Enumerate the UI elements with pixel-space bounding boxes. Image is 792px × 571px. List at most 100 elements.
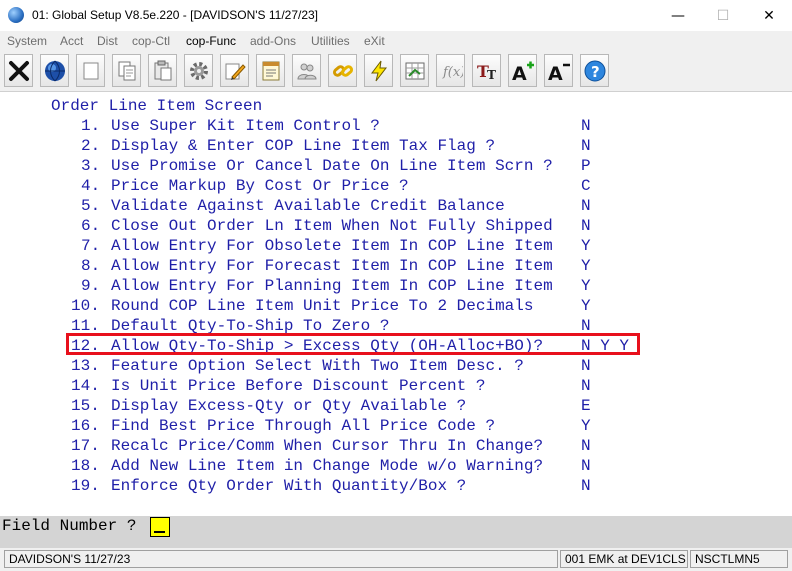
blank-page-icon[interactable] [76, 54, 105, 87]
terminal-screen: Order Line Item Screen 1. Use Super Kit … [0, 92, 792, 516]
menu-cop-func[interactable]: cop-Func [186, 34, 236, 48]
item-value[interactable]: N [581, 136, 591, 156]
lightning-icon[interactable] [364, 54, 393, 87]
item-value[interactable]: N [581, 356, 591, 376]
item-value[interactable]: N [581, 196, 591, 216]
item-number: 16. [71, 417, 100, 435]
item-number: 8. [81, 257, 101, 275]
field-number-label: Field Number ? [2, 517, 137, 535]
item-value[interactable]: Y [581, 256, 591, 276]
notepad-icon[interactable] [256, 54, 285, 87]
text-cursor [154, 531, 165, 533]
field-prompt-bar: Field Number ? [0, 516, 792, 548]
maximize-button[interactable]: ☐ [700, 0, 746, 31]
people-icon[interactable] [292, 54, 321, 87]
menu-system[interactable]: System [7, 34, 47, 48]
item-label: Is Unit Price Before Discount Percent ? [111, 377, 486, 395]
title-bar: 01: Global Setup V8.5e.220 - [DAVIDSON'S… [0, 0, 792, 31]
item-value[interactable]: P [581, 156, 591, 176]
settings-gear-icon[interactable] [184, 54, 213, 87]
item-number: 9. [81, 277, 101, 295]
status-company: DAVIDSON'S 11/27/23 [4, 550, 558, 568]
text-font-icon[interactable]: TT [472, 54, 501, 87]
status-user: 001 EMK at DEV1CLS [560, 550, 688, 568]
font-decrease-icon[interactable]: A [544, 54, 573, 87]
item-value[interactable]: Y [581, 236, 591, 256]
screen-heading: Order Line Item Screen [51, 97, 263, 115]
item-value[interactable]: Y [581, 276, 591, 296]
item-value[interactable]: N [581, 116, 591, 136]
globe-icon[interactable] [40, 54, 69, 87]
svg-text:A: A [512, 63, 527, 83]
svg-text:T: T [487, 68, 496, 82]
item-value[interactable]: N [581, 456, 591, 476]
menu-cop-ctl[interactable]: cop-Ctl [132, 34, 170, 48]
menu-add-ons[interactable]: add-Ons [250, 34, 296, 48]
paste-icon[interactable] [148, 54, 177, 87]
item-label: Enforce Qty Order With Quantity/Box ? [111, 477, 467, 495]
item-value[interactable]: Y [581, 416, 591, 436]
menu-bar: System Acct Dist cop-Ctl cop-Func add-On… [0, 31, 792, 51]
item-label: Add New Line Item in Change Mode w/o War… [111, 457, 544, 475]
item-value[interactable]: N [581, 216, 591, 236]
item-number: 18. [71, 457, 100, 475]
minimize-button[interactable]: — [655, 0, 701, 31]
toolbar: f(x) TT A A ? [0, 51, 792, 92]
item-label: Display Excess-Qty or Qty Available ? [111, 397, 467, 415]
item-label: Allow Entry For Forecast Item In COP Lin… [111, 257, 553, 275]
window-title: 01: Global Setup V8.5e.220 - [DAVIDSON'S… [32, 8, 319, 22]
item-number: 4. [81, 177, 101, 195]
svg-text:f(x): f(x) [442, 65, 463, 80]
item-number: 7. [81, 237, 101, 255]
function-icon[interactable]: f(x) [436, 54, 465, 87]
field-number-input[interactable] [150, 517, 170, 537]
item-number: 3. [81, 157, 101, 175]
item-number: 13. [71, 357, 100, 375]
item-number: 5. [81, 197, 101, 215]
item-value[interactable]: N [581, 436, 591, 456]
item-label: Allow Entry For Obsolete Item In COP Lin… [111, 237, 553, 255]
status-program: NSCTLMN5 [690, 550, 788, 568]
help-icon[interactable]: ? [580, 54, 609, 87]
item-value[interactable]: E [581, 396, 591, 416]
menu-utilities[interactable]: Utilities [311, 34, 350, 48]
item-label: Validate Against Available Credit Balanc… [111, 197, 505, 215]
exit-x-icon[interactable] [4, 54, 33, 87]
svg-text:A: A [548, 63, 563, 83]
item-label: Round COP Line Item Unit Price To 2 Deci… [111, 297, 534, 315]
item-number: 1. [81, 117, 101, 135]
item-number: 15. [71, 397, 100, 415]
item-number: 6. [81, 217, 101, 235]
item-label: Display & Enter COP Line Item Tax Flag ? [111, 137, 496, 155]
item-label: Use Promise Or Cancel Date On Line Item … [111, 157, 553, 175]
spreadsheet-icon[interactable] [400, 54, 429, 87]
item-label: Price Markup By Cost Or Price ? [111, 177, 409, 195]
item-value[interactable]: N [581, 476, 591, 496]
app-globe-icon [8, 7, 24, 23]
menu-exit[interactable]: eXit [364, 34, 385, 48]
item-label: Allow Entry For Planning Item In COP Lin… [111, 277, 553, 295]
edit-pencil-icon[interactable] [220, 54, 249, 87]
item-label: Recalc Price/Comm When Cursor Thru In Ch… [111, 437, 544, 455]
highlight-box [66, 333, 640, 355]
item-value[interactable]: N [581, 376, 591, 396]
item-value[interactable]: Y [581, 296, 591, 316]
font-increase-icon[interactable]: A [508, 54, 537, 87]
item-label: Close Out Order Ln Item When Not Fully S… [111, 217, 553, 235]
item-value[interactable]: C [581, 176, 591, 196]
chain-link-icon[interactable] [328, 54, 357, 87]
menu-acct[interactable]: Acct [60, 34, 83, 48]
status-bar: DAVIDSON'S 11/27/23 001 EMK at DEV1CLS N… [0, 548, 792, 571]
item-label: Use Super Kit Item Control ? [111, 117, 380, 135]
svg-text:?: ? [591, 63, 600, 81]
item-number: 10. [71, 297, 100, 315]
menu-dist[interactable]: Dist [97, 34, 118, 48]
close-button[interactable]: ✕ [746, 0, 792, 31]
item-number: 19. [71, 477, 100, 495]
item-number: 14. [71, 377, 100, 395]
copy-icon[interactable] [112, 54, 141, 87]
item-number: 17. [71, 437, 100, 455]
item-label: Find Best Price Through All Price Code ? [111, 417, 496, 435]
item-label: Feature Option Select With Two Item Desc… [111, 357, 524, 375]
item-number: 2. [81, 137, 101, 155]
